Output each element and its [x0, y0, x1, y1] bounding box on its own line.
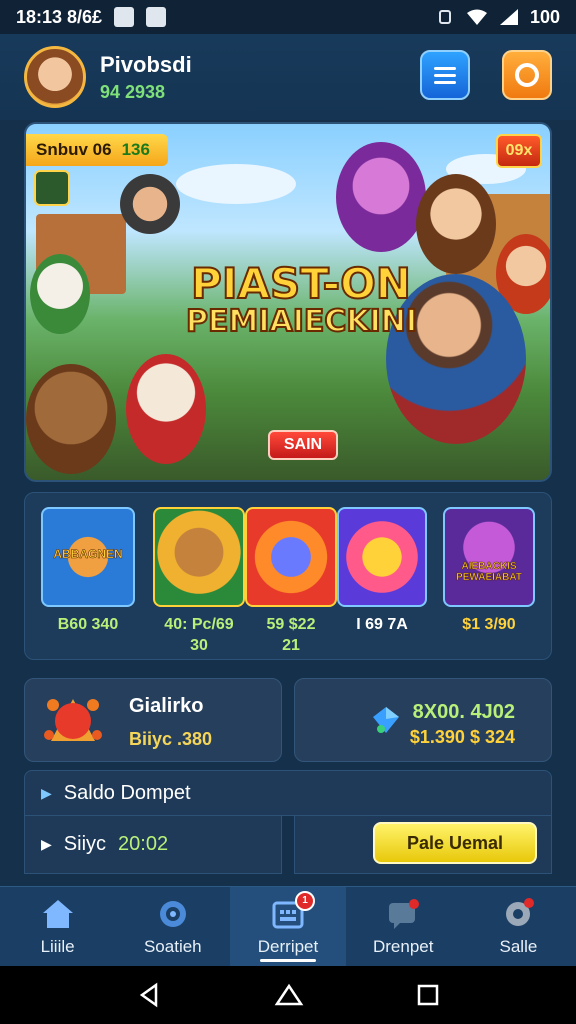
bottom-nav: Liiile Soatieh 1 Derripet Drenpet Salle	[0, 886, 576, 966]
game-label: B60 340	[57, 616, 119, 633]
nav-item-search[interactable]: Soatieh	[115, 887, 230, 966]
game-thumbnail	[245, 507, 337, 607]
game-label: I 69 7A	[356, 616, 408, 633]
ring-icon	[515, 63, 539, 87]
system-nav-bar	[0, 966, 576, 1024]
nav-label: Drenpet	[372, 936, 434, 956]
wallet-action-area: Pale Uemal	[294, 816, 552, 874]
nav-label: Soatieh	[143, 936, 202, 956]
game-thumbnail: AIEBACKIS PEWAEIABAT	[443, 507, 535, 607]
home-icon	[42, 899, 73, 928]
bear-character	[26, 364, 116, 474]
game-thumb-text: AIEBACKIS PEWAEIABAT	[456, 561, 522, 584]
event-tag-value: 136	[121, 140, 150, 159]
game-thumbnail	[337, 507, 427, 607]
rewards-value: Biiyc .380	[129, 729, 213, 749]
nav-item-home[interactable]: Liiile	[0, 887, 115, 966]
hamburger-icon	[434, 63, 456, 88]
wifi-icon	[466, 9, 487, 25]
wallet-sub-time: 20:02	[118, 833, 169, 855]
back-icon[interactable]	[136, 982, 162, 1008]
promo-banner[interactable]: Snbuv 06 136 09x PIAST-ON PEMIAIECKINI S…	[24, 122, 552, 482]
status-time: 18:13 8/6£	[16, 6, 103, 27]
game-card[interactable]: I 69 7A	[337, 507, 427, 636]
banner-close-button[interactable]: 09x	[496, 134, 542, 168]
pay-button[interactable]: Pale Uemal	[373, 822, 537, 864]
game-label: $1 3/90	[462, 616, 516, 633]
menu-button[interactable]	[420, 50, 470, 100]
recents-icon[interactable]	[416, 983, 440, 1007]
knight-character	[120, 174, 180, 234]
event-tag: Snbuv 06 136	[26, 134, 168, 166]
home-button-icon[interactable]	[274, 982, 304, 1008]
chevron-right-icon: ▶	[41, 836, 52, 852]
notification-icon	[114, 7, 135, 27]
chat-icon	[389, 898, 420, 929]
gem-icon	[373, 707, 399, 733]
game-card[interactable]: AIEBACKIS PEWAEIABAT $1 3/90	[443, 507, 535, 636]
avatar[interactable]	[24, 46, 86, 108]
goat-character	[30, 254, 90, 334]
game-card[interactable]: ABBAGNEN B60 340	[41, 507, 135, 636]
signal-icon	[499, 9, 518, 25]
search-icon	[159, 900, 186, 927]
user-info: Pivobsdi 94 2938	[100, 52, 192, 103]
balance-primary: 8X00. 4J02	[412, 701, 515, 723]
balance-card[interactable]: 8X00. 4J02 $1.390 $ 324	[294, 678, 552, 762]
settings-icon	[506, 897, 535, 926]
wallet-header[interactable]: ▶ Saldo Dompet	[24, 770, 552, 816]
trophy-icon[interactable]	[34, 170, 70, 206]
game-thumb-text: ABBAGNEN	[53, 547, 123, 562]
banner-cta-button[interactable]: SAIN	[268, 430, 338, 460]
game-thumbnail	[153, 507, 245, 607]
girl-character	[416, 174, 496, 274]
battery-level: 100	[529, 6, 560, 27]
king-character	[336, 142, 426, 252]
balance-secondary: $1.390 $ 324	[409, 727, 515, 747]
status-bar: 18:13 8/6£ 100	[0, 0, 576, 34]
game-label: 59 $22 21	[266, 616, 316, 654]
rewards-card[interactable]: Gialirko Biiyc .380	[24, 678, 282, 762]
game-card[interactable]: 40: Pc/69 30	[153, 507, 245, 657]
app-header: Pivobsdi 94 2938	[0, 34, 576, 120]
notification-badge: 1	[295, 890, 315, 911]
nav-item-wallet[interactable]: 1 Derripet	[230, 887, 346, 966]
fox-character	[126, 354, 206, 464]
game-label: 40: Pc/69 30	[164, 616, 234, 654]
profile-ring-button[interactable]	[502, 50, 552, 100]
user-name: Pivobsdi	[100, 51, 192, 77]
banner-title-line1: PIAST-ON	[190, 259, 412, 308]
event-tag-label: Snbuv 06	[36, 140, 112, 159]
vibrate-icon	[438, 10, 451, 24]
cloud-decoration	[176, 164, 296, 204]
rewards-title: Gialirko	[129, 695, 204, 717]
nav-label: Liiile	[40, 936, 75, 956]
wallet-sub-label: Siiyc	[63, 833, 107, 855]
user-balance: 94 2938	[100, 81, 166, 102]
fox-mascot-icon	[44, 699, 102, 741]
game-card[interactable]: 59 $22 21	[245, 507, 337, 657]
banner-title: PIAST-ON PEMIAIECKINI	[185, 259, 418, 340]
chevron-right-icon: ▶	[41, 784, 52, 801]
wallet-time-row[interactable]: ▶ Siiyc 20:02	[24, 816, 282, 874]
gallery-icon	[146, 7, 167, 27]
banner-title-line2: PEMIAIECKINI	[185, 304, 418, 340]
nav-label: Salle	[499, 936, 538, 956]
games-carousel: ABBAGNEN B60 340 40: Pc/69 30 59 $22 21 …	[24, 492, 552, 660]
wallet-title: Saldo Dompet	[63, 781, 191, 804]
nav-item-settings[interactable]: Salle	[461, 887, 576, 966]
nav-label: Derripet	[257, 936, 319, 956]
nav-item-chat[interactable]: Drenpet	[346, 887, 461, 966]
game-thumbnail: ABBAGNEN	[41, 507, 135, 607]
wallet-icon: 1	[271, 890, 315, 931]
